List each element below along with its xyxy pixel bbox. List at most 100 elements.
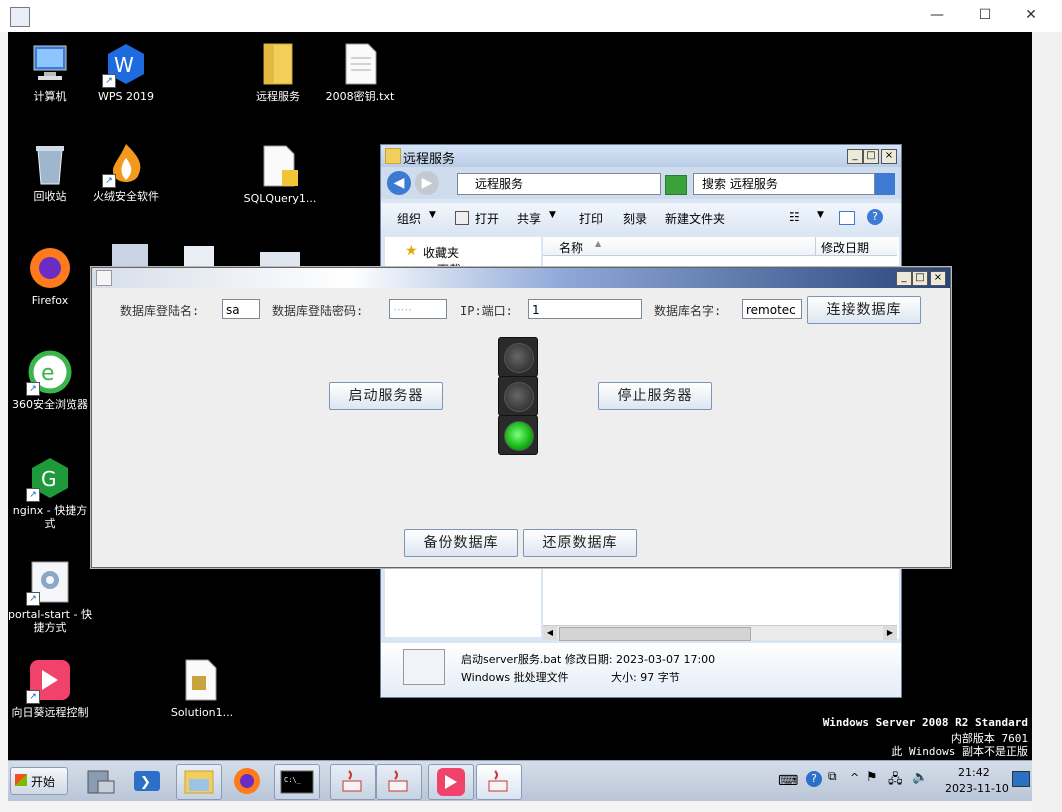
desktop-icon-key-txt[interactable]: 2008密钥.txt [318, 42, 402, 103]
app-maximize-button[interactable]: □ [912, 271, 928, 286]
traffic-light-green [498, 415, 538, 455]
start-label: 开始 [31, 775, 56, 789]
db-name-input[interactable]: remotec [742, 299, 802, 319]
clock-date[interactable]: 2023-11-10 [945, 782, 1009, 795]
print-button[interactable]: 打印 [579, 210, 603, 227]
desktop-icon-portal-start[interactable]: ↗ portal-start - 快捷方式 [8, 560, 92, 634]
flag-icon[interactable]: ⚑ [866, 770, 878, 785]
taskbar-explorer[interactable] [176, 764, 222, 800]
db-name-label: 数据库名字: [654, 304, 722, 318]
connect-db-button[interactable]: 连接数据库 [807, 296, 921, 324]
column-name[interactable]: 名称 [559, 239, 583, 256]
restore-window-icon[interactable]: ⧉ [828, 769, 837, 784]
view-options-icon[interactable]: ☷ [789, 210, 800, 224]
preview-pane-icon[interactable] [839, 211, 855, 225]
desktop-icon-huorong[interactable]: ↗ 火绒安全软件 [84, 142, 168, 203]
desktop-icon-sunlogin[interactable]: ↗ 向日葵远程控制 [8, 658, 92, 719]
search-input[interactable]: 搜索 远程服务 [693, 173, 875, 195]
volume-muted-icon[interactable]: 🔈 [912, 770, 928, 785]
traffic-light-yellow [498, 376, 538, 416]
scrollbar-thumb[interactable] [559, 627, 751, 641]
taskbar-java-app-1[interactable] [330, 764, 376, 800]
star-icon: ★ [405, 243, 418, 259]
gear-icon [403, 649, 445, 685]
explorer-details-pane: 启动server服务.bat 修改日期: 2023-03-07 17:00 Wi… [381, 643, 901, 697]
svg-text:C:\_: C:\_ [284, 776, 302, 784]
desktop-icon-recycle-bin[interactable]: 回收站 [8, 142, 92, 203]
app-close-button[interactable]: × [930, 271, 946, 286]
desktop-icon-remote-folder[interactable]: 远程服务 [236, 42, 320, 103]
explorer-maximize-button[interactable]: □ [863, 149, 879, 164]
java-app-icon [10, 7, 30, 27]
explorer-minimize-button[interactable]: _ [847, 149, 863, 164]
desktop-icon-solution[interactable]: Solution1... [160, 658, 244, 719]
host-title-bar: — ☐ ✕ [0, 0, 1062, 32]
scroll-left-icon[interactable]: ◀ [543, 626, 557, 640]
network-icon[interactable]: 🖧 [888, 770, 903, 792]
desktop-icon-wps[interactable]: W ↗ WPS 2019 [84, 42, 168, 103]
desktop-icon-label: portal-start - 快捷方式 [8, 608, 92, 634]
taskbar-cmd[interactable]: C:\_ [274, 764, 320, 800]
desktop-icon-firefox[interactable]: Firefox [8, 246, 92, 307]
help-icon[interactable]: ? [806, 771, 822, 787]
back-arrow-icon[interactable]: ◀ [387, 171, 411, 195]
app-minimize-button[interactable]: _ [896, 271, 912, 286]
desktop-icon-360-browser[interactable]: e ↗ 360安全浏览器 [8, 350, 92, 411]
show-desktop-icon[interactable] [1012, 771, 1030, 787]
clock-time[interactable]: 21:42 [958, 766, 990, 779]
stop-server-button[interactable]: 停止服务器 [598, 382, 712, 410]
db-user-input[interactable]: sa [222, 299, 260, 319]
360-browser-icon: e ↗ [26, 350, 72, 396]
search-icon[interactable] [875, 173, 895, 195]
start-server-button[interactable]: 启动服务器 [329, 382, 443, 410]
host-maximize-button[interactable]: ☐ [962, 0, 1008, 32]
open-button[interactable]: 打开 [475, 210, 499, 227]
db-password-input[interactable]: ····· [389, 299, 447, 319]
powershell-icon[interactable]: ❯ [132, 767, 162, 795]
desktop-icon-computer[interactable]: 计算机 [8, 42, 92, 103]
host-close-button[interactable]: ✕ [1008, 0, 1054, 32]
sunlogin-icon: ↗ [26, 658, 72, 704]
chevron-up-icon[interactable]: ^ [850, 771, 859, 784]
svg-text:❯: ❯ [140, 775, 151, 790]
backup-db-button[interactable]: 备份数据库 [404, 529, 518, 557]
desktop-icon-sqlquery[interactable]: SQLQuery1... [238, 144, 322, 205]
host-minimize-button[interactable]: — [914, 0, 960, 32]
windows-edition-text: Windows Server 2008 R2 Standard [822, 716, 1028, 729]
folder-icon [385, 148, 401, 164]
desktop-icon-label: 回收站 [33, 190, 67, 203]
details-filename: 启动server服务.bat 修改日期: 2023-03-07 17:00 [461, 653, 716, 666]
share-menu[interactable]: 共享 [517, 210, 541, 227]
details-size: 大小: 97 字节 [611, 671, 680, 684]
burn-button[interactable]: 刻录 [623, 210, 647, 227]
new-folder-button[interactable]: 新建文件夹 [665, 210, 725, 227]
address-bar[interactable]: 远程服务 [457, 173, 661, 195]
desktop-icon-nginx[interactable]: G ↗ nginx - 快捷方式 [8, 456, 92, 530]
desktop-icon-label: Solution1... [170, 706, 234, 719]
forward-arrow-icon[interactable]: ▶ [415, 171, 439, 195]
ip-port-label: IP:端口: [460, 304, 513, 318]
refresh-icon[interactable] [665, 175, 687, 195]
desktop-icon-label: Firefox [31, 294, 69, 307]
taskbar-firefox[interactable] [230, 765, 264, 797]
start-button[interactable]: 开始 [10, 767, 68, 795]
horizontal-scrollbar[interactable]: ◀ ▶ [543, 625, 897, 641]
help-icon[interactable]: ? [867, 209, 883, 225]
taskbar-sunlogin[interactable] [428, 764, 474, 800]
wps-icon: W ↗ [102, 42, 148, 88]
ip-port-input[interactable]: 1 [528, 299, 642, 319]
scroll-right-icon[interactable]: ▶ [883, 626, 897, 640]
taskbar-java-app-active[interactable] [476, 764, 522, 800]
taskbar-java-app-2[interactable] [376, 764, 422, 800]
windows-logo-icon [15, 774, 27, 786]
organize-menu[interactable]: 组织 [397, 210, 421, 227]
column-modified[interactable]: 修改日期 [821, 239, 869, 256]
favorites-label[interactable]: 收藏夹 [423, 244, 459, 261]
explorer-toolbar: 组织 ▼ 打开 共享 ▼ 打印 刻录 新建文件夹 ☷ ▼ ? [381, 203, 901, 233]
svg-text:G: G [41, 467, 57, 491]
keyboard-icon[interactable]: ⌨ [778, 773, 798, 789]
explorer-close-button[interactable]: × [881, 149, 897, 164]
explorer-title-bar: 远程服务 _ □ × [381, 145, 901, 167]
restore-db-button[interactable]: 还原数据库 [523, 529, 637, 557]
server-manager-icon[interactable] [84, 765, 118, 797]
